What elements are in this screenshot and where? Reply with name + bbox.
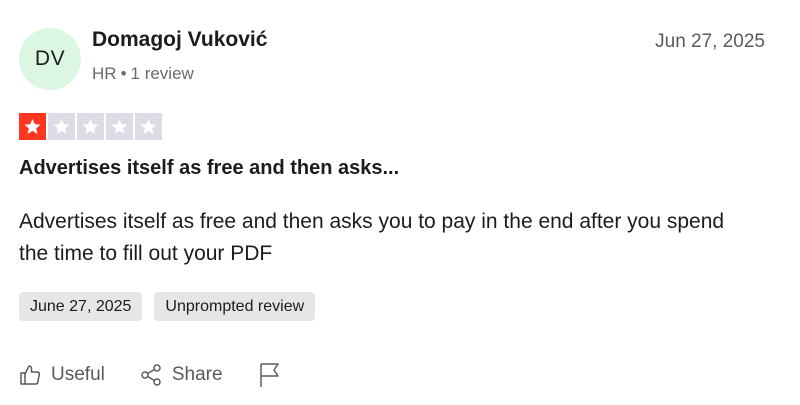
share-button[interactable]: Share [139, 363, 223, 387]
star-filled [19, 113, 46, 140]
reviewer-meta: HR • 1 review [92, 64, 194, 84]
review-title[interactable]: Advertises itself as free and then asks.… [19, 157, 399, 180]
reviewer-name[interactable]: Domagoj Vuković [92, 28, 267, 52]
review-actions: Useful Share [18, 362, 281, 388]
star-icon [24, 118, 41, 134]
share-icon [141, 364, 161, 386]
review-tags: June 27, 2025 Unprompted review [19, 292, 316, 321]
report-button[interactable] [257, 362, 281, 388]
star-empty [106, 113, 133, 140]
useful-button[interactable]: Useful [18, 363, 105, 387]
date-of-experience-tag: June 27, 2025 [19, 292, 143, 321]
star-rating [19, 113, 162, 140]
review-date: Jun 27, 2025 [655, 31, 765, 52]
thumbs-up-icon [20, 365, 41, 385]
review-body: Advertises itself as free and then asks … [19, 210, 725, 265]
unprompted-review-tag[interactable]: Unprompted review [154, 292, 316, 321]
star-icon [82, 118, 99, 134]
star-icon [111, 118, 128, 134]
reviewer-review-count: 1 review [130, 64, 194, 83]
meta-separator: • [120, 64, 127, 83]
useful-label: Useful [51, 364, 105, 385]
star-empty [48, 113, 75, 140]
flag-icon [259, 363, 279, 387]
reviewer-country: HR [92, 64, 117, 83]
avatar: DV [19, 28, 81, 90]
star-empty [135, 113, 162, 140]
star-icon [140, 118, 157, 134]
star-empty [77, 113, 104, 140]
share-label: Share [171, 364, 223, 385]
star-icon [53, 118, 70, 134]
